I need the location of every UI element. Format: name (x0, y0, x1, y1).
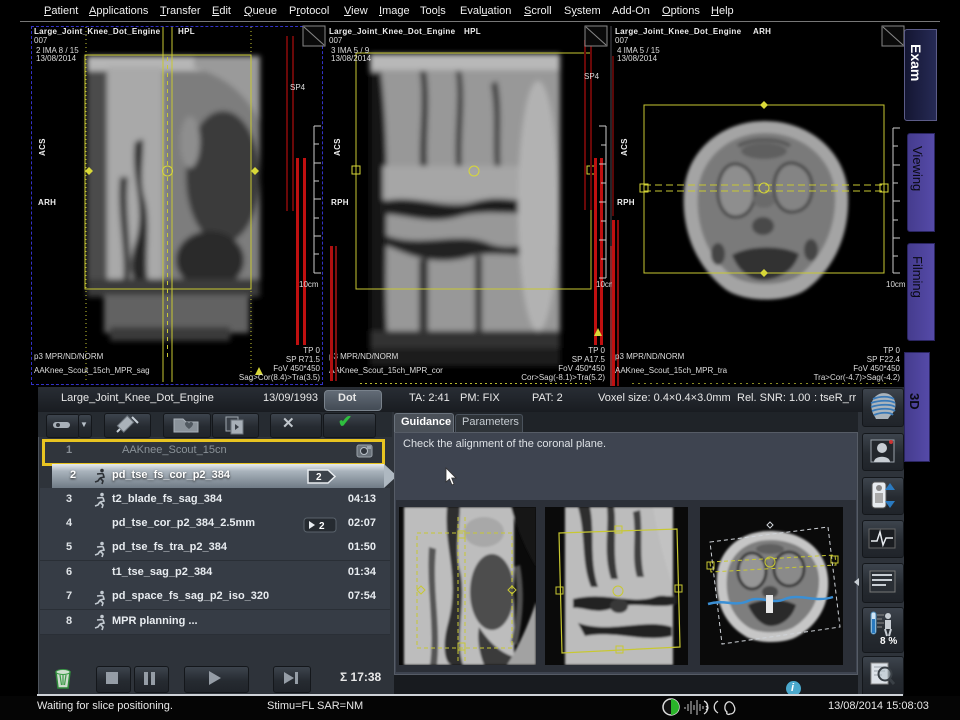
svg-text:2: 2 (316, 472, 322, 483)
svg-text:2: 2 (319, 521, 325, 532)
